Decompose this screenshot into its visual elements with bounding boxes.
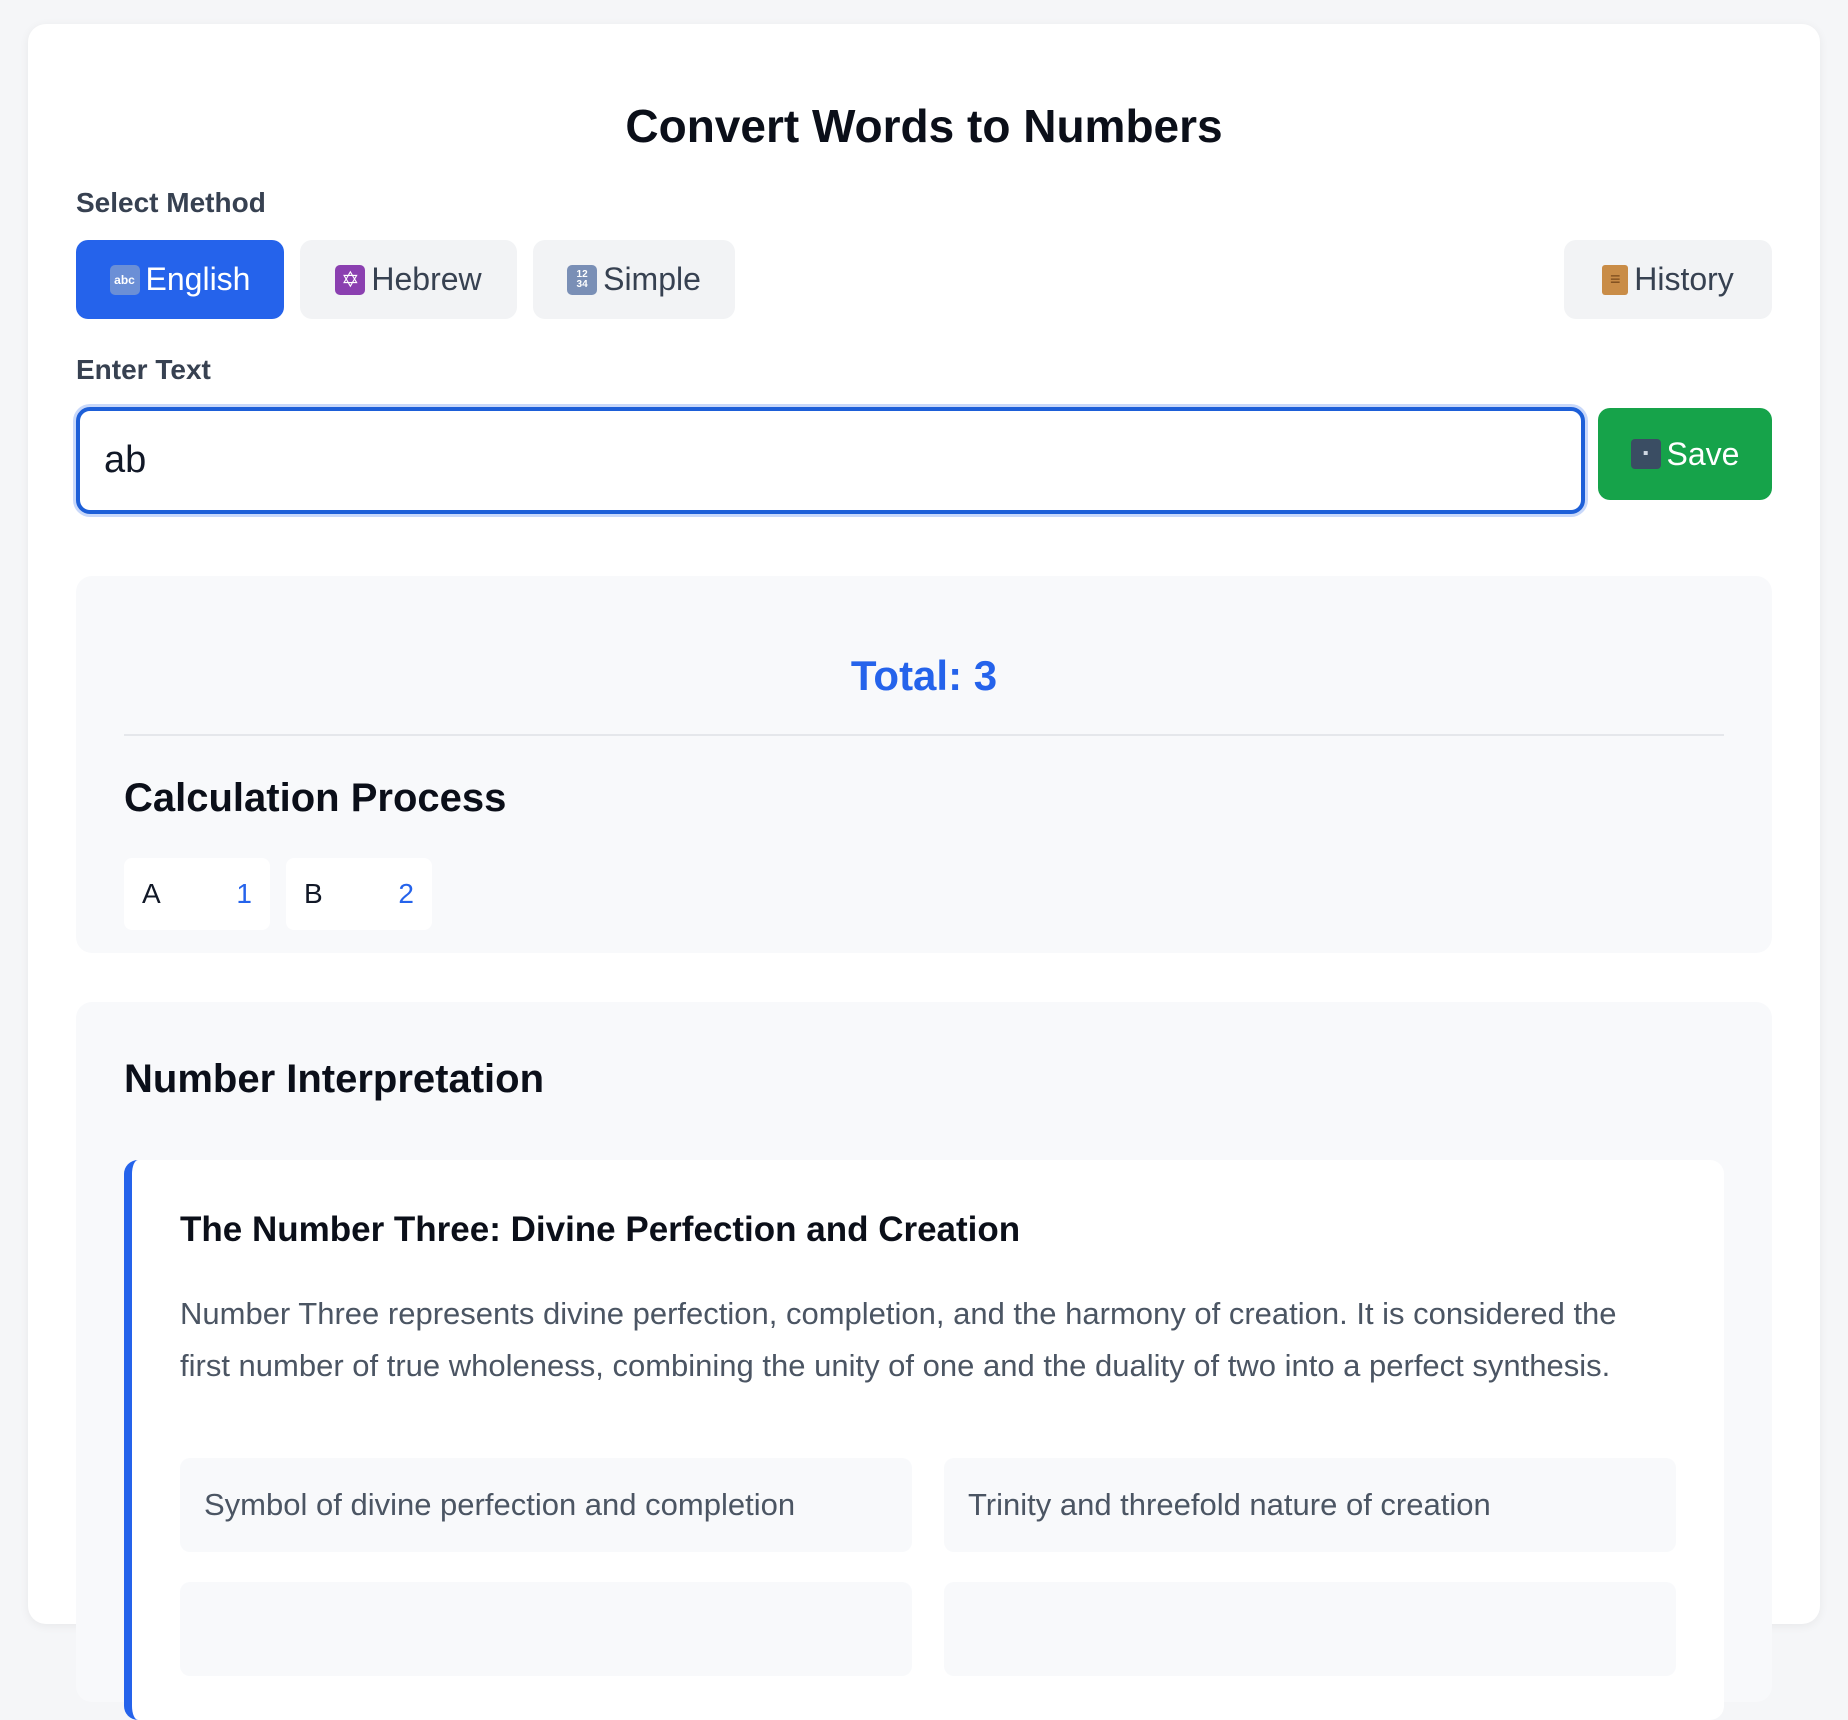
- method-simple-label: Simple: [603, 261, 701, 297]
- method-english-button[interactable]: abc English: [76, 240, 284, 319]
- trait-item: Trinity and threefold nature of creation: [944, 1458, 1676, 1552]
- trait-item: Symbol of divine perfection and completi…: [180, 1458, 912, 1552]
- interpretation-title: Number Interpretation: [124, 1057, 545, 1101]
- letter-value: 1: [236, 878, 252, 909]
- history-button[interactable]: ≡ History: [1564, 240, 1772, 319]
- method-hebrew-button[interactable]: ✡ Hebrew: [300, 240, 517, 319]
- history-label: History: [1634, 261, 1734, 297]
- star-of-david-icon: ✡: [335, 264, 366, 295]
- abc-icon: abc: [109, 264, 140, 295]
- save-label: Save: [1666, 435, 1740, 472]
- method-simple-button[interactable]: 12 34 Simple: [533, 240, 735, 319]
- letter-value: 2: [398, 878, 414, 909]
- numbers-icon: 12 34: [567, 264, 598, 295]
- letter-list: A 1 B 2: [124, 858, 432, 930]
- trait-item: [944, 1582, 1676, 1676]
- trait-item: [180, 1582, 912, 1676]
- enter-text-label: Enter Text: [76, 354, 211, 385]
- total-value: Total: 3: [850, 652, 998, 699]
- floppy-disk-icon: ▪: [1630, 439, 1661, 469]
- interpretation-description: Number Three represents divine perfectio…: [180, 1296, 1617, 1383]
- trait-grid: Symbol of divine perfection and completi…: [180, 1458, 1676, 1676]
- interpretation-panel: Number Interpretation The Number Three: …: [76, 1002, 1772, 1720]
- page-title: Convert Words to Numbers: [625, 100, 1223, 152]
- text-input[interactable]: [76, 407, 1585, 514]
- save-button[interactable]: ▪ Save: [1598, 408, 1772, 500]
- method-hebrew-label: Hebrew: [371, 261, 482, 297]
- interpretation-card: The Number Three: Divine Perfection and …: [124, 1160, 1724, 1720]
- method-english-label: English: [145, 261, 251, 297]
- calculation-process-title: Calculation Process: [124, 776, 507, 820]
- letter-item: B 2: [286, 858, 432, 930]
- select-method-label: Select Method: [76, 187, 266, 218]
- scroll-icon: ≡: [1602, 264, 1629, 295]
- letter-char: A: [142, 878, 161, 909]
- letter-char: B: [304, 878, 323, 909]
- divider: [124, 734, 1724, 736]
- converter-card: Convert Words to Numbers Select Method a…: [28, 24, 1820, 1720]
- result-panel: Total: 3 Calculation Process A 1 B 2: [76, 576, 1772, 953]
- interpretation-heading: The Number Three: Divine Perfection and …: [180, 1210, 1021, 1249]
- letter-item: A 1: [124, 858, 270, 930]
